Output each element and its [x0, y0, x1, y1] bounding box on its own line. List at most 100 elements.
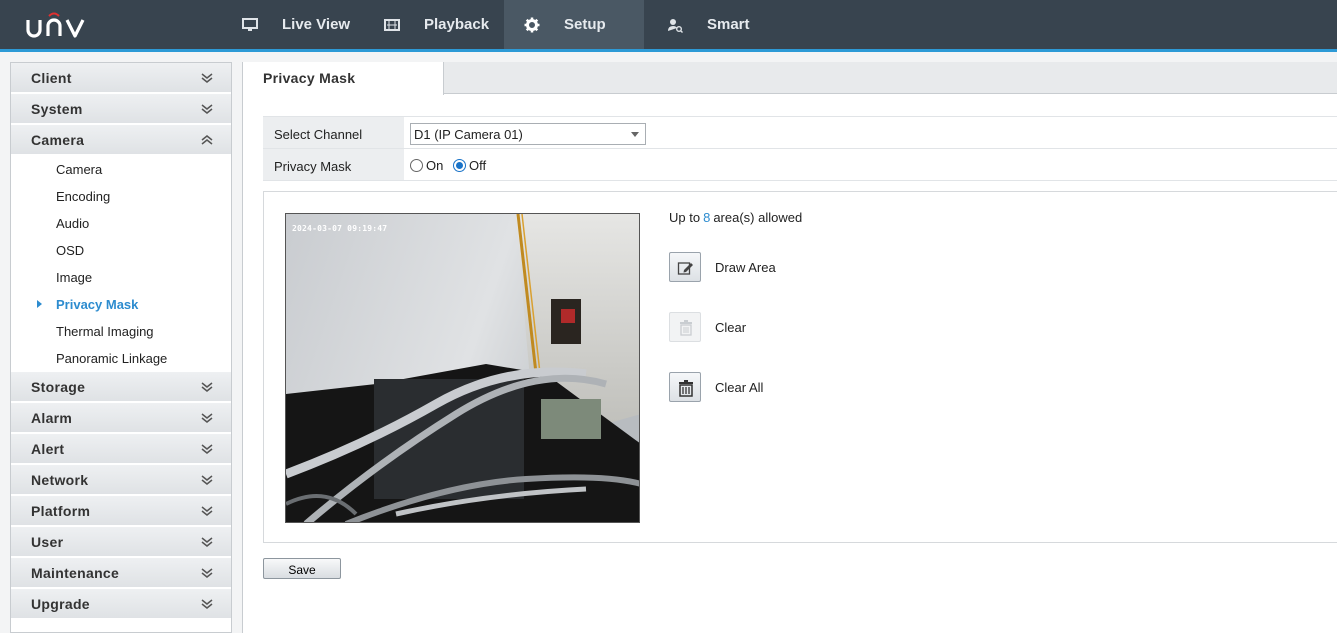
sidebar-group-label: Platform [31, 502, 91, 519]
sidebar-item-label: OSD [56, 243, 85, 258]
nav-live-view[interactable]: Live View [242, 0, 362, 49]
sidebar-item-camera[interactable]: Camera [11, 156, 231, 183]
areas-allowed-text: Up to 8 area(s) allowed [669, 210, 802, 225]
sidebar-item-thermal-imaging[interactable]: Thermal Imaging [11, 318, 231, 345]
sidebar-group-label: System [31, 100, 83, 117]
channel-select[interactable]: D1 (IP Camera 01) [410, 123, 646, 145]
sidebar-item-label: Thermal Imaging [56, 324, 154, 339]
sidebar-group-label: Storage [31, 378, 86, 395]
sidebar-group-network[interactable]: Network [11, 465, 231, 496]
privacy-mask-off-radio[interactable]: Off [453, 158, 486, 173]
draw-area-tool: Draw Area [669, 252, 969, 284]
sidebar-group-maintenance[interactable]: Maintenance [11, 558, 231, 589]
sidebar-item-privacy-mask[interactable]: Privacy Mask [11, 291, 231, 318]
radio-button-selected[interactable] [453, 159, 466, 172]
gear-icon [524, 17, 540, 32]
areas-count: 8 [703, 210, 711, 225]
sidebar-item-label: Privacy Mask [56, 297, 139, 312]
sidebar-group-client[interactable]: Client [11, 63, 231, 94]
sidebar-group-alarm[interactable]: Alarm [11, 403, 231, 434]
clear-tool: Clear [669, 312, 969, 344]
draw-area-label: Draw Area [715, 260, 776, 275]
osd-timestamp: 2024-03-07 09:19:47 [292, 224, 388, 233]
sidebar-group-label: Alarm [31, 409, 73, 426]
privacy-mask-on-radio[interactable]: On [410, 158, 443, 173]
areas-prefix: Up to [669, 210, 701, 225]
sidebar-group-label: User [31, 533, 64, 550]
sidebar-group-label: Network [31, 471, 89, 488]
chevron-down-icon [201, 72, 213, 83]
main-panel: Privacy Mask Select Channel D1 (IP Camer… [242, 62, 1337, 633]
sidebar-item-image[interactable]: Image [11, 264, 231, 291]
chevron-down-icon [201, 536, 213, 547]
chevron-down-icon [201, 412, 213, 423]
nav-live-view-label: Live View [282, 16, 351, 33]
trash-all-icon [679, 380, 693, 397]
nav-smart[interactable]: Smart [667, 0, 777, 49]
sidebar-group-alert[interactable]: Alert [11, 434, 231, 465]
sidebar-item-label: Image [56, 270, 93, 285]
clear-all-button[interactable] [669, 372, 701, 402]
sidebar-item-osd[interactable]: OSD [11, 237, 231, 264]
mask-area-panel: 2024-03-07 09:19:47 Up to 8 area(s) allowe… [263, 191, 1337, 543]
radio-off-label: Off [469, 158, 487, 173]
film-icon [384, 18, 400, 31]
clear-all-tool: Clear All [669, 372, 969, 404]
clear-all-label: Clear All [715, 380, 764, 395]
channel-select-value: D1 (IP Camera 01) [414, 127, 523, 142]
privacy-mask-label: Privacy Mask [263, 149, 404, 180]
nav-setup[interactable]: Setup [504, 0, 644, 52]
sidebar-group-label: Client [31, 69, 72, 86]
top-nav-bar: Live View Playback Setup Smart [0, 0, 1337, 52]
trash-icon [680, 320, 692, 336]
tab-bar: Privacy Mask [243, 62, 1337, 95]
sidebar-group-label: Alert [31, 440, 65, 457]
sidebar-group-storage[interactable]: Storage [11, 372, 231, 403]
nav-playback[interactable]: Playback [384, 0, 504, 49]
radio-on-label: On [426, 158, 444, 173]
sidebar-item-label: Panoramic Linkage [56, 351, 168, 366]
monitor-icon [242, 17, 258, 31]
chevron-down-icon [201, 381, 213, 392]
camera-scene-image [286, 214, 639, 522]
sidebar-group-label: Maintenance [31, 564, 120, 581]
camera-preview[interactable]: 2024-03-07 09:19:47 [285, 213, 640, 523]
tab-privacy-mask[interactable]: Privacy Mask [243, 62, 444, 95]
sidebar-group-user[interactable]: User [11, 527, 231, 558]
sidebar-item-label: Audio [56, 216, 90, 231]
nav-smart-label: Smart [707, 16, 750, 33]
sidebar-group-system[interactable]: System [11, 94, 231, 125]
smart-person-icon [668, 18, 683, 33]
nav-playback-label: Playback [424, 16, 490, 33]
sidebar-item-label: Encoding [56, 189, 111, 204]
settings-form: Select Channel D1 (IP Camera 01) Privacy… [263, 116, 1337, 181]
areas-suffix: area(s) allowed [713, 210, 803, 225]
privacy-mask-row: Privacy Mask On Off [263, 149, 1337, 181]
chevron-down-icon [201, 567, 213, 578]
clear-label: Clear [715, 320, 747, 335]
chevron-down-icon [201, 505, 213, 516]
sidebar-item-label: Camera [56, 162, 103, 177]
chevron-down-icon [201, 443, 213, 454]
sidebar-item-audio[interactable]: Audio [11, 210, 231, 237]
edit-pencil-icon [677, 262, 693, 275]
active-arrow-icon [37, 300, 42, 308]
sidebar: Client System Camera Camera Encoding Aud… [10, 62, 232, 633]
draw-area-button[interactable] [669, 252, 701, 282]
unv-logo [26, 12, 85, 38]
clear-button[interactable] [669, 312, 701, 342]
sidebar-item-panoramic-linkage[interactable]: Panoramic Linkage [11, 345, 231, 372]
chevron-down-icon [201, 598, 213, 609]
nav-setup-label: Setup [564, 16, 606, 33]
sidebar-group-upgrade[interactable]: Upgrade [11, 589, 231, 620]
sidebar-item-encoding[interactable]: Encoding [11, 183, 231, 210]
chevron-down-icon [201, 103, 213, 114]
sidebar-group-camera[interactable]: Camera [11, 125, 231, 156]
chevron-up-icon [201, 134, 213, 145]
sidebar-group-platform[interactable]: Platform [11, 496, 231, 527]
select-channel-label: Select Channel [263, 117, 404, 148]
save-button[interactable]: Save [263, 558, 341, 579]
sidebar-group-label: Upgrade [31, 595, 90, 612]
chevron-down-icon [201, 474, 213, 485]
radio-button[interactable] [410, 159, 423, 172]
